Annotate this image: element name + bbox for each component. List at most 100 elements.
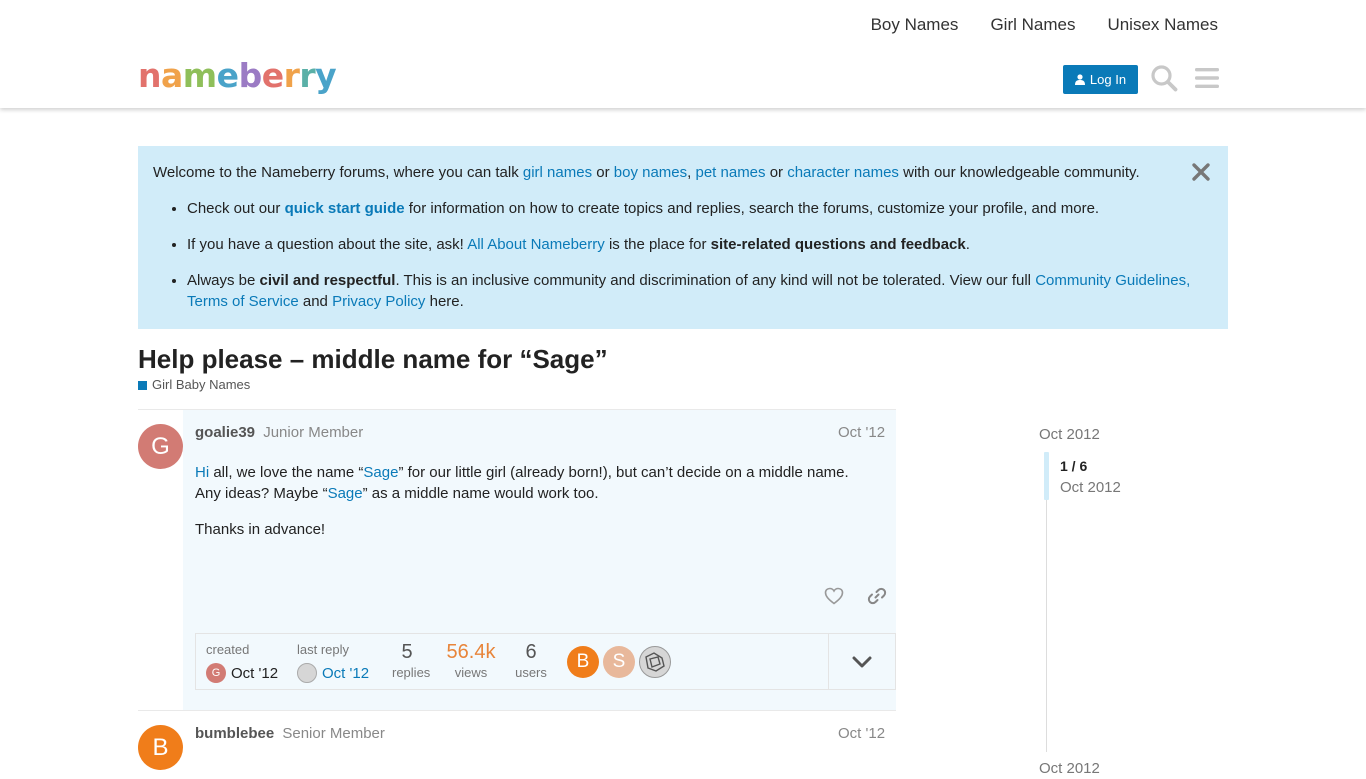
post-content: Hi all, we love the name “Sage” for our … [195,462,875,555]
community-guidelines-link[interactable]: Community Guidelines, [1035,272,1190,289]
privacy-policy-link[interactable]: Privacy Policy [332,293,425,310]
replies-label: replies [392,665,431,680]
post-text: all, we love the name “ [209,464,364,481]
banner-item-quick-start: Check out our quick start guide for info… [187,198,1213,219]
username[interactable]: bumblebee [195,725,274,742]
share-link-icon[interactable] [864,583,890,609]
logo-letter: r [283,56,300,95]
nameberry-logo[interactable]: nameberry [138,56,337,96]
banner-text: . [965,236,970,253]
banner-item-guidelines: Always be civil and respectful. This is … [187,270,1213,312]
close-icon[interactable] [1191,162,1211,182]
views-label: views [454,665,488,680]
banner-text: . This is an inclusive community and dis… [395,272,1036,289]
logo-letter: e [216,56,239,95]
banner-text: or [592,164,614,181]
nav-unisex-names[interactable]: Unisex Names [1107,14,1218,36]
post-paragraph: Thanks in advance! [195,521,326,538]
sage-link[interactable]: Sage [328,485,363,502]
girl-names-link[interactable]: girl names [523,164,592,181]
post-divider [138,710,896,711]
banner-text: is the place for [604,236,711,253]
login-button[interactable]: Log In [1063,65,1138,94]
category-color-square [138,380,147,390]
participant-avatar[interactable] [639,646,671,678]
chevron-down-icon [852,656,872,667]
user-title: Senior Member [282,725,385,742]
nav-boy-names[interactable]: Boy Names [871,14,959,36]
banner-text: If you have a question about the site, a… [187,236,468,253]
banner-list: Check out our quick start guide for info… [153,198,1213,312]
avatar[interactable]: G [206,663,226,683]
replies-count: 5 replies [392,640,431,681]
post-date[interactable]: Oct '12 [838,423,885,443]
pet-names-link[interactable]: pet names [695,164,765,181]
boy-names-link[interactable]: boy names [614,164,687,181]
last-reply-info: last reply Oct '12 [297,641,369,683]
timeline-start-date[interactable]: Oct 2012 [1039,425,1100,445]
like-heart-icon[interactable] [821,583,847,609]
avatar[interactable]: B [138,725,183,770]
timeline-position: 1 / 6 Oct 2012 [1060,456,1121,498]
logo-letter: a [161,56,183,95]
last-reply-date[interactable]: Oct '12 [322,665,369,682]
timeline-end-date[interactable]: Oct 2012 [1039,759,1100,779]
banner-bold-text: site-related questions and feedback [710,236,966,253]
hamburger-menu-icon[interactable] [1192,62,1222,94]
site-header: Boy Names Girl Names Unisex Names namebe… [0,0,1366,108]
expand-topic-map-button[interactable] [828,633,896,690]
created-date: Oct '12 [231,664,279,682]
topic-map: created G Oct '12 last reply Oct '12 5 r… [195,633,896,690]
timeline-scroll-handle[interactable] [1044,452,1049,500]
timeline-position-date: Oct 2012 [1060,479,1121,496]
category-badge[interactable]: Girl Baby Names [138,376,250,394]
nav-girl-names[interactable]: Girl Names [990,14,1075,36]
hi-link[interactable]: Hi [195,464,209,481]
terms-of-service-link[interactable]: Terms of Service [187,293,299,310]
post-author: goalie39 Junior Member [195,423,363,443]
all-about-nameberry-link[interactable]: All About Nameberry [467,236,605,253]
quick-start-guide-link[interactable]: quick start guide [285,200,405,217]
search-icon[interactable] [1149,62,1179,94]
users-count: 6 users [514,640,548,681]
top-nav: Boy Names Girl Names Unisex Names [871,14,1218,36]
timeline-position-count: 1 / 6 [1060,458,1088,474]
banner-item-site-questions: If you have a question about the site, a… [187,234,1213,255]
last-reply-value[interactable]: Oct '12 [297,663,369,683]
user-icon [1074,74,1085,85]
post-paragraph: Hi all, we love the name “Sage” for our … [195,462,875,504]
created-info: created G Oct '12 [206,641,278,683]
banner-text: or [765,164,788,181]
participant-avatar[interactable]: S [603,646,635,678]
category-label: Girl Baby Names [152,377,251,392]
views-number: 56.4k [446,641,496,663]
post-date[interactable]: Oct '12 [838,724,885,744]
avatar[interactable]: G [138,424,183,469]
logo-letter: r [299,56,316,95]
topic-title[interactable]: Help please – middle name for “Sage” [138,342,608,376]
logo-letter: m [182,56,217,95]
users-label: users [515,665,547,680]
post-author: bumblebee Senior Member [195,724,385,744]
banner-text: for information on how to create topics … [404,200,1100,217]
avatar[interactable] [297,663,317,683]
banner-text: Welcome to the Nameberry forums, where y… [153,164,523,181]
created-value: G Oct '12 [206,663,278,683]
users-number: 6 [525,641,537,663]
created-label: created [206,642,250,657]
username[interactable]: goalie39 [195,424,255,441]
sage-link[interactable]: Sage [363,464,398,481]
last-reply-label: last reply [297,642,350,657]
login-label: Log In [1089,72,1127,87]
banner-intro: Welcome to the Nameberry forums, where y… [153,162,1213,183]
banner-text: here. [425,293,464,310]
character-names-link[interactable]: character names [787,164,899,181]
participant-avatar[interactable]: B [567,646,599,678]
logo-letter: n [138,56,162,95]
views-count: 56.4k views [444,640,498,681]
replies-number: 5 [401,641,413,663]
logo-letter: y [315,56,337,95]
welcome-banner: Welcome to the Nameberry forums, where y… [138,146,1228,329]
avatar-pattern-icon [645,652,665,672]
post-text: ” as a middle name would work too. [362,485,599,502]
